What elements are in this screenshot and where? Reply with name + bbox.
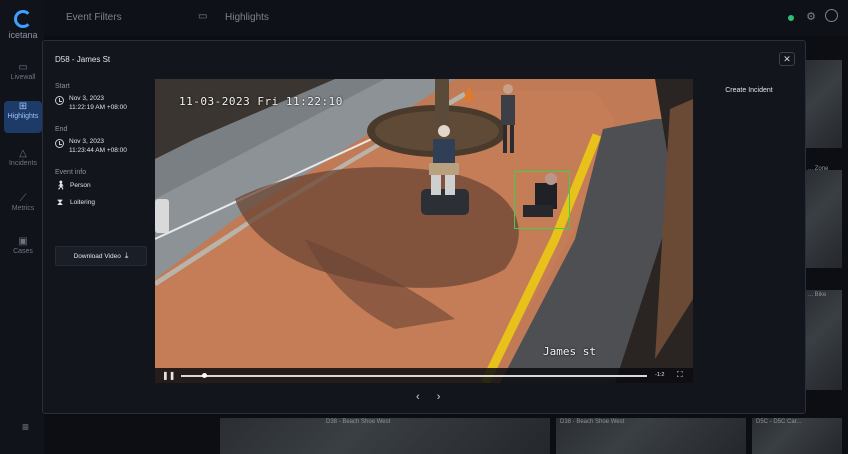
event-pager: ‹ › [409, 391, 447, 403]
gear-icon[interactable]: ⚙ [806, 10, 816, 23]
end-time: Nov 3, 2023 11:23:44 AM +08:00 [55, 137, 151, 155]
logo-icon [14, 10, 32, 28]
person-icon: 🚶︎ [55, 180, 67, 190]
clock-icon [55, 96, 64, 105]
nav-item-incidents[interactable]: △ Incidents [4, 148, 42, 180]
modal-title: D58 - James St [55, 55, 111, 64]
alert-icon: △ [19, 148, 27, 159]
event-type-label: Person [70, 182, 91, 189]
app-root: icetana ▭ Livewall ⊞ Highlights △ Incide… [0, 0, 848, 454]
left-nav: icetana ▭ Livewall ⊞ Highlights △ Incide… [0, 0, 44, 454]
pause-icon[interactable]: ❚❚ [162, 371, 175, 380]
clock-icon [55, 139, 64, 148]
start-time: Nov 3, 2023 11:22:19 AM +08:00 [55, 94, 151, 112]
end-time-value: 11:23:44 AM +08:00 [69, 147, 127, 154]
background-tile [806, 170, 842, 268]
time-remaining: -1:2 [655, 372, 665, 378]
chevron-left-icon[interactable]: ‹ [416, 391, 420, 403]
video-player[interactable]: 11-03-2023 Fri 11:22:10 James st [155, 79, 693, 383]
fullscreen-icon[interactable]: ⛶ [677, 370, 683, 380]
nav-item-highlights[interactable]: ⊞ Highlights [4, 101, 42, 133]
event-info-label: Event info [55, 169, 87, 176]
video-icon: ▭ [198, 11, 208, 22]
nav-item-label: Incidents [8, 160, 38, 167]
start-date: Nov 3, 2023 [69, 95, 105, 102]
tile-label: ... Bike [808, 292, 827, 298]
status-dot [788, 15, 794, 21]
end-label: End [55, 126, 68, 133]
background-tile [806, 60, 842, 148]
camera-icon: ▭ [18, 62, 28, 73]
folder-icon: ▣ [18, 236, 28, 247]
nav-item-label: Cases [13, 248, 33, 255]
nav-item-cases[interactable]: ▣ Cases [4, 236, 42, 268]
event-filters-link[interactable]: Event Filters [66, 12, 122, 23]
chart-icon: ⟋ [19, 193, 27, 204]
menu-icon[interactable]: ≡ [22, 420, 29, 434]
event-details: Start Nov 3, 2023 11:22:19 AM +08:00 End… [55, 83, 151, 214]
tile-label: D5C - D5C Car... [756, 419, 802, 425]
close-icon: ✕ [783, 54, 791, 64]
download-label: Download Video [73, 252, 121, 260]
download-icon: ⤓ [124, 251, 129, 260]
end-date: Nov 3, 2023 [69, 138, 105, 145]
osd-timestamp: 11-03-2023 Fri 11:22:10 [179, 95, 343, 108]
start-time-value: 11:22:19 AM +08:00 [69, 104, 127, 111]
camera-frame-image [155, 79, 693, 383]
event-type-label: Loitering [70, 199, 95, 206]
nav-item-metrics[interactable]: ⟋ Metrics [4, 193, 42, 225]
user-icon[interactable] [825, 9, 838, 22]
seek-handle[interactable] [202, 373, 208, 378]
nav-item-livewall[interactable]: ▭ Livewall [4, 62, 42, 94]
event-type-person: 🚶︎ Person [55, 180, 151, 191]
nav-item-label: Metrics [11, 205, 35, 212]
hourglass-icon: ⧗ [56, 197, 64, 207]
logo-text: icetana [8, 30, 38, 40]
top-bar: Event Filters ▭ Highlights ⚙ [44, 0, 848, 36]
seek-bar[interactable] [181, 375, 647, 377]
tile-label: ... Zone [808, 166, 829, 172]
detection-box [514, 171, 570, 229]
tile-label: D38 - Beach Shoe West [560, 419, 625, 425]
create-incident-button[interactable]: Create Incident [705, 82, 793, 100]
osd-camera-name: James st [543, 345, 596, 358]
background-tile [806, 290, 842, 390]
grid-icon: ⊞ [18, 101, 28, 112]
event-type-loitering: ⧗ Loitering [55, 197, 151, 208]
tile-label: D38 - Beach Shoe West [326, 419, 391, 425]
highlights-title: Highlights [225, 12, 269, 23]
event-modal: D58 - James St ✕ Start Nov 3, 2023 11:22… [42, 40, 806, 414]
logo[interactable]: icetana [6, 10, 40, 40]
start-label: Start [55, 83, 70, 90]
nav-item-label: Highlights [7, 113, 39, 120]
close-button[interactable]: ✕ [779, 52, 795, 66]
nav-item-label: Livewall [10, 74, 36, 81]
chevron-right-icon[interactable]: › [437, 391, 441, 403]
download-video-button[interactable]: Download Video ⤓ [55, 246, 147, 266]
video-controls: ❚❚ -1:2 ⛶ [155, 368, 693, 383]
